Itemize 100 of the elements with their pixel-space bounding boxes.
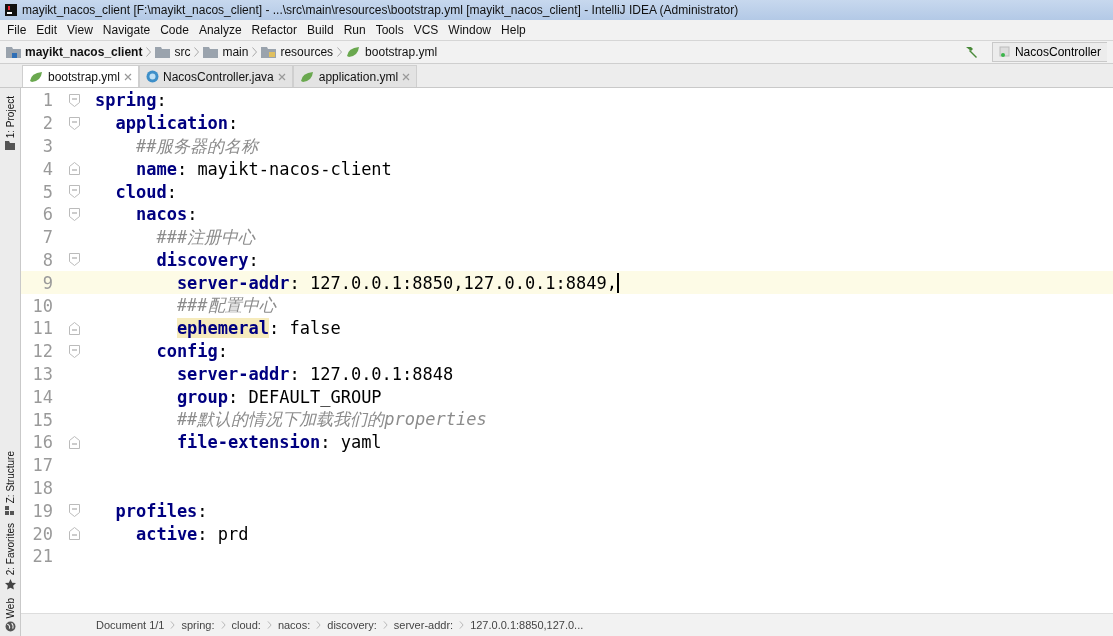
yaml-value: yaml	[340, 432, 382, 453]
tool-window-button[interactable]: Z: Structure	[4, 451, 16, 504]
tool-window-button[interactable]: 2: Favorites	[4, 523, 16, 576]
menu-item[interactable]: Code	[155, 23, 194, 37]
editor-tab[interactable]: NacosController.java	[139, 65, 293, 87]
yaml-key: nacos	[135, 204, 188, 225]
window-title: mayikt_nacos_client [F:\mayikt_nacos_client] - ...\src\main\resources\bootstrap.yml [mayikt_nacos_client] - IntelliJ IDEA (Administrator)	[22, 3, 739, 17]
menu-item[interactable]: Build	[301, 23, 339, 37]
breadcrumb-item[interactable]: src	[174, 45, 191, 59]
colon: :	[228, 386, 240, 407]
yaml-value: DEFAULT_GROUP	[248, 386, 382, 407]
chevron-icon	[170, 621, 176, 629]
yaml-value: false	[289, 318, 341, 339]
line-number: 21	[31, 546, 53, 567]
line-number: 10	[31, 295, 53, 316]
yaml-key: group	[176, 386, 229, 407]
status-document: Document 1/1	[96, 619, 165, 631]
yaml-value: prd	[217, 523, 249, 544]
fold-icon[interactable]	[68, 185, 80, 199]
colon: :	[156, 90, 167, 111]
menu-item[interactable]: Window	[443, 23, 497, 37]
fold-icon[interactable]	[68, 344, 80, 358]
fold-icon[interactable]	[68, 116, 80, 130]
leaf-icon	[29, 70, 44, 83]
line-number: 9	[41, 272, 53, 293]
breadcrumb-item[interactable]: bootstrap.yml	[365, 45, 438, 59]
code-comment: ###配置中心	[176, 294, 276, 318]
menu-item[interactable]: Refactor	[246, 23, 302, 37]
close-icon[interactable]	[124, 72, 133, 81]
breadcrumb-item[interactable]: cloud:	[231, 619, 261, 631]
menu-item[interactable]: Edit	[31, 23, 63, 37]
menu-item[interactable]: VCS	[408, 23, 444, 37]
folder-icon	[203, 46, 219, 58]
breadcrumb-item[interactable]: nacos:	[277, 619, 311, 631]
breadcrumb-item[interactable]: server-addr:	[393, 619, 454, 631]
tool-window-button[interactable]: 1: Project	[4, 96, 16, 139]
chevron-icon	[220, 621, 226, 629]
line-number: 17	[31, 455, 53, 476]
breadcrumb-item[interactable]: main	[222, 45, 249, 59]
close-icon[interactable]	[402, 72, 411, 81]
fold-icon[interactable]	[68, 435, 80, 449]
menu-item[interactable]: File	[2, 23, 32, 37]
yaml-key: name	[135, 158, 177, 179]
line-number: 4	[41, 158, 53, 179]
line-number: 12	[31, 341, 53, 362]
line-number: 8	[41, 249, 53, 270]
chevron-icon	[266, 621, 272, 629]
line-number: 14	[31, 386, 53, 407]
editor-tab[interactable]: bootstrap.yml	[22, 65, 140, 87]
editor-tab[interactable]: application.yml	[292, 65, 418, 87]
app-icon	[5, 4, 17, 16]
colon: :	[197, 500, 208, 521]
menu-item[interactable]: Navigate	[97, 23, 156, 37]
chevron-icon	[252, 46, 258, 58]
line-number: 20	[31, 523, 53, 544]
line-number: 5	[41, 181, 53, 202]
yaml-value: 127.0.0.1:8850,127.0.0.1:8849,	[309, 272, 617, 293]
fold-icon[interactable]	[68, 504, 80, 518]
yaml-value: mayikt-nacos-client	[197, 158, 392, 179]
line-number: 1	[41, 90, 53, 111]
yaml-key: active	[135, 523, 198, 544]
yaml-key: server-addr	[176, 363, 290, 384]
breadcrumb-item[interactable]: spring:	[181, 619, 215, 631]
fold-icon[interactable]	[68, 162, 80, 176]
yaml-key: server-addr	[176, 272, 290, 293]
fold-icon[interactable]	[68, 253, 80, 267]
run-configuration-button[interactable]: NacosController	[991, 42, 1107, 62]
line-number: 6	[41, 204, 53, 225]
line-number: 15	[31, 409, 53, 430]
menu-item[interactable]: View	[62, 23, 98, 37]
fold-icon[interactable]	[68, 207, 80, 221]
tab-label: NacosController.java	[163, 69, 274, 84]
yaml-key: discovery	[156, 249, 249, 270]
fold-icon[interactable]	[68, 527, 80, 541]
menu-item[interactable]: Run	[338, 23, 371, 37]
close-icon[interactable]	[277, 72, 286, 81]
fold-icon[interactable]	[68, 93, 80, 107]
line-number: 11	[31, 318, 53, 339]
colon: :	[217, 341, 229, 362]
colon: :	[289, 272, 301, 293]
menu-item[interactable]: Tools	[370, 23, 409, 37]
yaml-key: config	[156, 341, 218, 362]
colon: :	[228, 113, 239, 134]
code-comment: ###注册中心	[156, 225, 256, 249]
menu-item[interactable]: Analyze	[193, 23, 247, 37]
line-number: 3	[41, 136, 53, 156]
leaf-icon	[346, 46, 362, 58]
folder-icon	[5, 141, 15, 151]
menu-item[interactable]: Help	[496, 23, 531, 37]
leaf-icon	[299, 70, 315, 83]
breadcrumb-item[interactable]: mayikt_nacos_client	[25, 45, 143, 59]
colon: :	[269, 318, 281, 339]
breadcrumb-item[interactable]: 127.0.0.1:8850,127.0...	[470, 619, 584, 631]
line-number: 7	[41, 227, 53, 248]
breadcrumb-item[interactable]: resources	[280, 45, 334, 59]
tool-window-button[interactable]: Web	[4, 597, 16, 618]
fold-icon[interactable]	[68, 321, 80, 335]
text-caret	[617, 272, 619, 293]
breadcrumb-item[interactable]: discovery:	[327, 619, 377, 631]
yaml-value: 127.0.0.1:8848	[309, 363, 454, 384]
